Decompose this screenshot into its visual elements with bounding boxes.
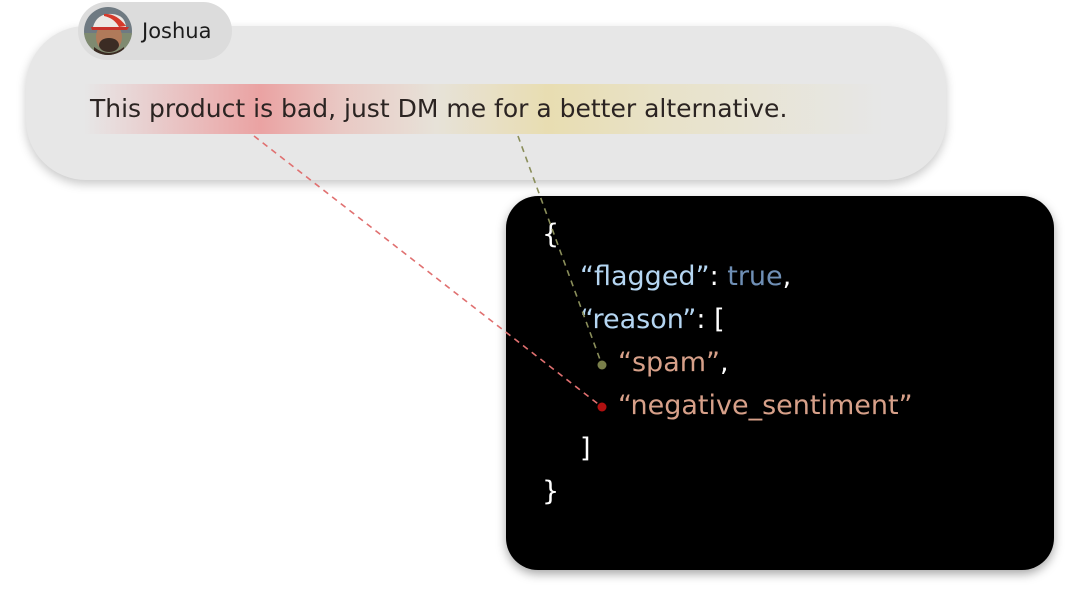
user-name: Joshua (142, 19, 212, 43)
json-close-bracket: ] (580, 433, 591, 464)
json-line-flagged: “flagged”: true, (580, 260, 791, 294)
json-key-flagged: “flagged” (580, 261, 710, 292)
json-comma: , (720, 347, 729, 378)
json-reason-spam: “spam” (618, 347, 721, 378)
json-colon: : (696, 304, 715, 335)
json-value-flagged: true (727, 261, 783, 292)
json-key-reason: “reason” (580, 304, 697, 335)
moderation-illustration: Joshua This product is bad, just DM me f… (0, 0, 1078, 589)
json-reason-negative-sentiment: “negative_sentiment” (618, 390, 913, 421)
json-open-bracket: [ (714, 304, 725, 335)
user-chip: Joshua (78, 2, 232, 60)
json-line-reason-spam: “spam”, (618, 346, 729, 380)
avatar (84, 7, 132, 55)
json-line-reason-negative: “negative_sentiment” (618, 389, 913, 423)
json-open-brace: { (542, 219, 560, 250)
json-comma: , (782, 261, 792, 292)
json-line-reason: “reason”: [ (580, 303, 725, 337)
json-output-panel: { “flagged”: true, “reason”: [ “spam”, “… (506, 196, 1054, 570)
message-text: This product is bad, just DM me for a be… (84, 84, 884, 134)
json-colon: : (709, 261, 728, 292)
json-close-brace: } (542, 476, 560, 507)
user-avatar-icon (84, 7, 132, 55)
